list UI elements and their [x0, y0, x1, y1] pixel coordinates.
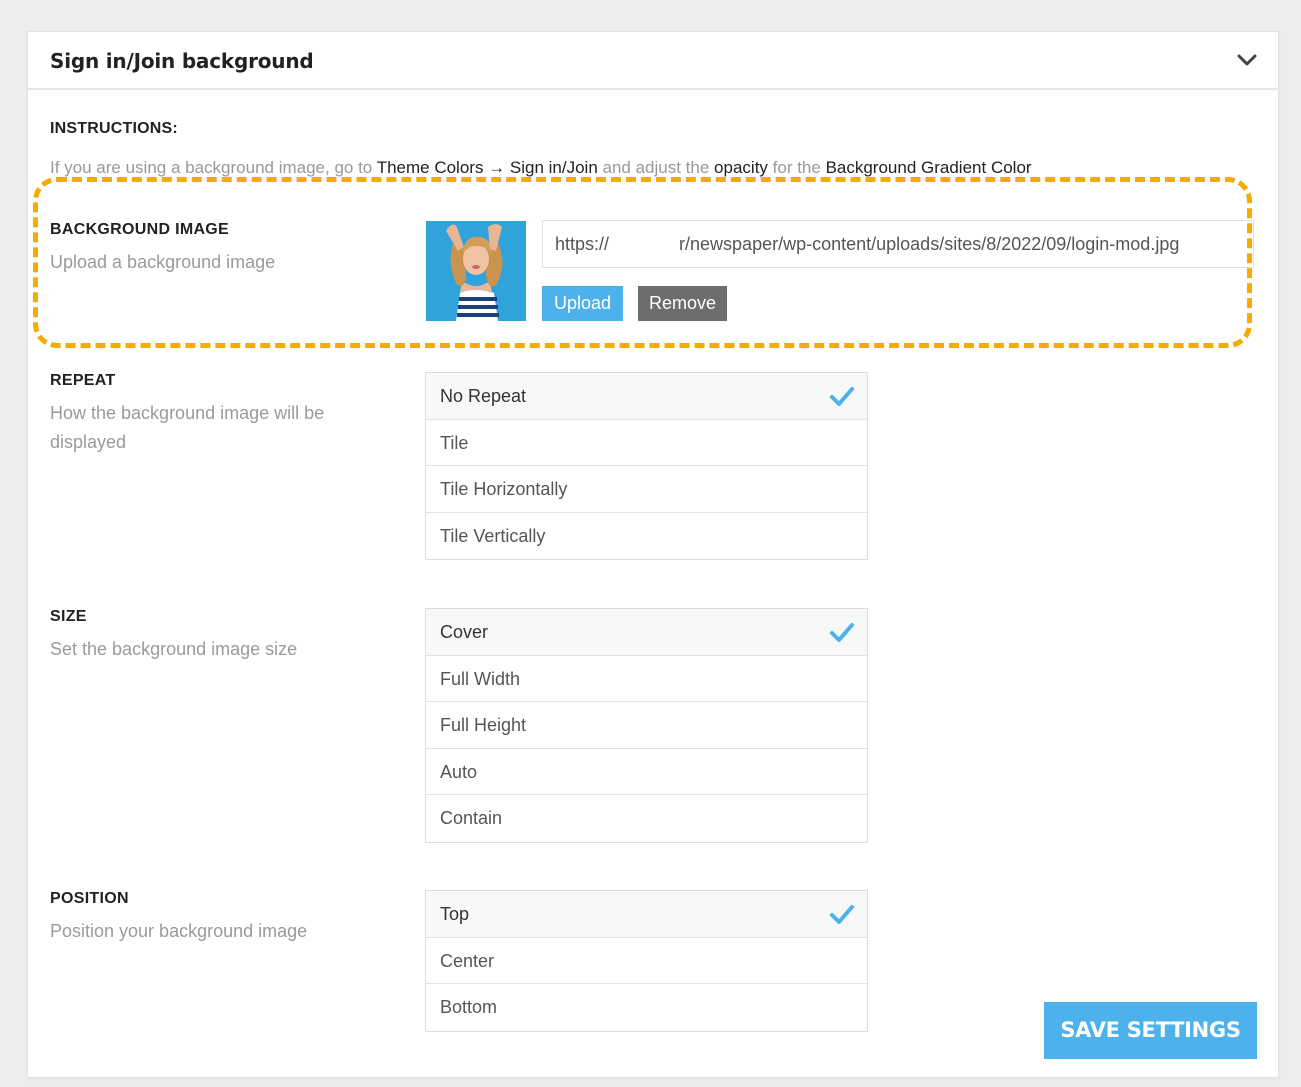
position-label: POSITION — [50, 890, 129, 907]
repeat-options: No Repeat Tile Tile Horizontally Tile Ve… — [425, 372, 868, 560]
instructions-text: If you are using a background image, go … — [50, 158, 1170, 178]
chevron-down-icon[interactable] — [1236, 51, 1258, 69]
option-label: Center — [440, 950, 495, 971]
option-label: Tile Horizontally — [440, 479, 568, 499]
background-image-description: Upload a background image — [50, 252, 276, 272]
url-end: r/newspaper/wp-content/uploads/sites/8/2… — [679, 234, 1180, 254]
theme-colors-link: Theme Colors → Sign in/Join — [376, 158, 598, 177]
instructions-text-part: If you are using a background image, go … — [50, 158, 377, 177]
position-option-top[interactable]: Top — [426, 891, 867, 938]
repeat-option-tile-vertically[interactable]: Tile Vertically — [426, 512, 867, 559]
option-label: Tile — [440, 432, 469, 453]
option-label: Contain — [440, 808, 503, 828]
remove-button[interactable]: Remove — [638, 286, 727, 321]
settings-panel: Sign in/Join background INSTRUCTIONS: If… — [27, 31, 1279, 1078]
checkmark-icon — [830, 905, 854, 924]
repeat-option-no-repeat[interactable]: No Repeat — [426, 373, 867, 420]
upload-button[interactable]: Upload — [542, 286, 623, 321]
option-label: Tile Vertically — [440, 525, 546, 546]
background-image-thumbnail — [426, 221, 526, 321]
instructions-title: INSTRUCTIONS: — [50, 120, 178, 137]
gradient-color-link: Background Gradient Color — [825, 158, 1032, 177]
panel-title: Sign in/Join background — [50, 49, 314, 73]
size-description: Set the background image size — [50, 639, 298, 659]
option-label: Top — [440, 904, 470, 924]
size-option-full-height[interactable]: Full Height — [426, 702, 867, 749]
option-label: Full Width — [440, 668, 521, 689]
option-label: Auto — [440, 761, 478, 782]
size-option-cover[interactable]: Cover — [426, 609, 867, 656]
repeat-label: REPEAT — [50, 372, 116, 389]
woman-photo-icon — [426, 221, 526, 321]
size-option-auto[interactable]: Auto — [426, 748, 867, 795]
size-option-contain[interactable]: Contain — [426, 795, 867, 842]
option-label: Bottom — [440, 997, 498, 1017]
checkmark-icon — [830, 387, 854, 406]
background-image-url-input[interactable]: https:// r/newspaper/wp-content/uploads/s… — [542, 220, 1254, 268]
url-start: https:// — [555, 234, 610, 254]
repeat-option-tile[interactable]: Tile — [426, 419, 867, 466]
size-options: Cover Full Width Full Height Auto Contai… — [425, 608, 868, 843]
repeat-description: How the background image will be display… — [50, 403, 325, 452]
checkmark-icon — [830, 623, 854, 642]
position-description: Position your background image — [50, 921, 308, 941]
repeat-option-tile-horizontally[interactable]: Tile Horizontally — [426, 466, 867, 513]
option-label: Cover — [440, 622, 489, 642]
option-label: Full Height — [440, 715, 527, 735]
size-label: SIZE — [50, 608, 87, 625]
position-option-center[interactable]: Center — [426, 937, 867, 984]
background-image-label: BACKGROUND IMAGE — [50, 221, 230, 238]
panel-header[interactable]: Sign in/Join background — [28, 32, 1278, 90]
option-label: No Repeat — [440, 386, 527, 406]
instructions-text-part: and adjust the — [597, 158, 715, 177]
size-option-full-width[interactable]: Full Width — [426, 655, 867, 702]
instructions-text-part: for the — [767, 158, 826, 177]
opacity-link: opacity — [714, 158, 768, 177]
position-option-bottom[interactable]: Bottom — [426, 984, 867, 1031]
save-settings-button[interactable]: SAVE SETTINGS — [1044, 1002, 1257, 1059]
position-options: Top Center Bottom — [425, 890, 868, 1032]
